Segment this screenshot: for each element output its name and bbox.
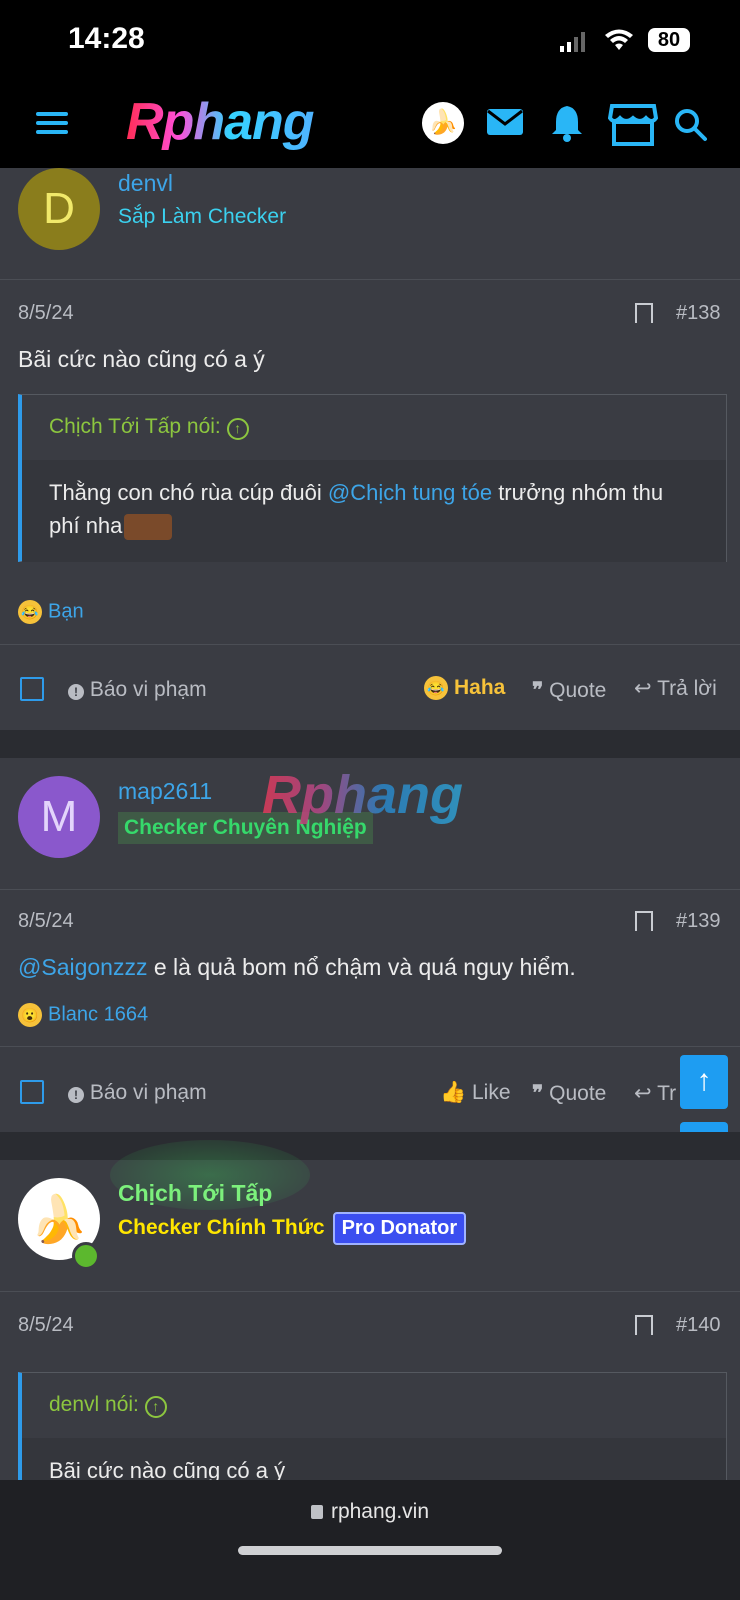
post-text: @Saigonzzz e là quả bom nổ chậm và quá n… bbox=[18, 954, 576, 980]
alert-icon: ! bbox=[68, 1087, 84, 1103]
home-indicator bbox=[238, 1546, 502, 1555]
wifi-icon bbox=[604, 28, 634, 57]
thumbs-up-icon: 👍 bbox=[440, 1081, 467, 1104]
signal-icon bbox=[560, 32, 586, 52]
lock-icon bbox=[310, 1505, 323, 1520]
quote-icon: ❞ bbox=[532, 679, 544, 702]
store-icon[interactable] bbox=[607, 102, 659, 151]
post-user-header bbox=[0, 168, 740, 280]
post-number[interactable]: #139 bbox=[676, 910, 721, 933]
alert-icon: ! bbox=[68, 684, 84, 700]
quote-button[interactable]: ❞ Quote bbox=[532, 1081, 606, 1106]
username[interactable]: Chịch Tới Tấp bbox=[118, 1180, 272, 1207]
arrow-up-circle-icon[interactable]: ↑ bbox=[144, 1396, 167, 1418]
report-button[interactable]: ! Báo vi phạm bbox=[68, 1081, 207, 1105]
report-button[interactable]: ! Báo vi phạm bbox=[68, 678, 207, 702]
reply-icon: ↩ bbox=[634, 1082, 652, 1105]
post-date[interactable]: 8/5/24 bbox=[18, 910, 74, 933]
select-checkbox[interactable] bbox=[20, 1080, 44, 1104]
mention-link[interactable]: @Saigonzzz bbox=[18, 954, 147, 980]
battery-indicator: 80 bbox=[648, 28, 690, 52]
arrow-up-circle-icon[interactable]: ↑ bbox=[226, 418, 249, 440]
quote-block: Chịch Tới Tấp nói: ↑ Thằng con chó rùa c… bbox=[18, 394, 727, 562]
mention-link[interactable]: @Chịch tung tóe bbox=[328, 480, 492, 505]
haha-button[interactable]: 😂 Haha bbox=[424, 676, 505, 701]
user-avatar[interactable]: 🍌 bbox=[422, 102, 464, 144]
post-number[interactable]: #138 bbox=[676, 302, 721, 325]
reaction-summary[interactable]: 😮 Blanc 1664 bbox=[18, 1003, 148, 1027]
quote-author[interactable]: Chịch Tới Tấp nói: ↑ bbox=[22, 395, 726, 460]
quote-author[interactable]: denvl nói: ↑ bbox=[22, 1373, 726, 1438]
quote-icon: ❞ bbox=[532, 1082, 544, 1105]
quote-button[interactable]: ❞ Quote bbox=[532, 678, 606, 703]
post-number[interactable]: #140 bbox=[676, 1314, 721, 1337]
reaction-summary[interactable]: 😂 Bạn bbox=[18, 600, 84, 624]
haha-emoji-icon: 😂 bbox=[424, 676, 448, 701]
mail-icon[interactable] bbox=[486, 108, 524, 141]
select-checkbox[interactable] bbox=[20, 677, 44, 701]
username[interactable]: map2611 bbox=[118, 778, 212, 805]
post-date[interactable]: 8/5/24 bbox=[18, 1314, 74, 1337]
status-time: 14:28 bbox=[68, 22, 145, 55]
arrow-up-icon: ↑ bbox=[696, 1064, 712, 1097]
post-separator bbox=[0, 1132, 740, 1160]
search-icon[interactable] bbox=[674, 108, 708, 147]
url-bar[interactable]: rphang.vin bbox=[0, 1500, 740, 1524]
bookmark-icon[interactable] bbox=[635, 1315, 653, 1335]
user-title: Sắp Làm Checker bbox=[118, 205, 287, 228]
wow-emoji-icon: 😮 bbox=[18, 1003, 42, 1027]
username[interactable]: denvl bbox=[118, 170, 173, 197]
pro-donator-badge: Pro Donator bbox=[332, 1212, 467, 1245]
avatar[interactable]: M bbox=[18, 776, 100, 858]
haha-emoji-icon: 😂 bbox=[18, 600, 42, 624]
watermark-logo: Rphang bbox=[262, 765, 463, 825]
bookmark-icon[interactable] bbox=[635, 911, 653, 931]
browser-bottom-bar bbox=[0, 1480, 740, 1600]
post-separator bbox=[0, 730, 740, 758]
site-logo[interactable]: Rphang bbox=[126, 92, 315, 152]
quote-text: Thằng con chó rùa cúp đuôi @Chịch tung t… bbox=[22, 460, 726, 562]
reply-button[interactable]: ↩ Trả lời bbox=[634, 676, 717, 701]
post-text: Bãi cức nào cũng có a ý bbox=[18, 346, 265, 372]
reply-button[interactable]: ↩ Tr bbox=[634, 1081, 676, 1106]
user-title: Checker Chính Thức Pro Donator bbox=[118, 1212, 467, 1245]
menu-icon[interactable] bbox=[36, 110, 68, 141]
sticker-icon bbox=[124, 514, 173, 541]
reply-icon: ↩ bbox=[634, 677, 652, 700]
scroll-top-button[interactable]: ↑ bbox=[680, 1055, 728, 1109]
like-button[interactable]: 👍 Like bbox=[440, 1081, 511, 1105]
online-status-icon bbox=[72, 1242, 100, 1270]
avatar[interactable]: D bbox=[18, 168, 100, 250]
bookmark-icon[interactable] bbox=[635, 303, 653, 323]
bell-icon[interactable] bbox=[550, 104, 584, 147]
post-date[interactable]: 8/5/24 bbox=[18, 302, 74, 325]
